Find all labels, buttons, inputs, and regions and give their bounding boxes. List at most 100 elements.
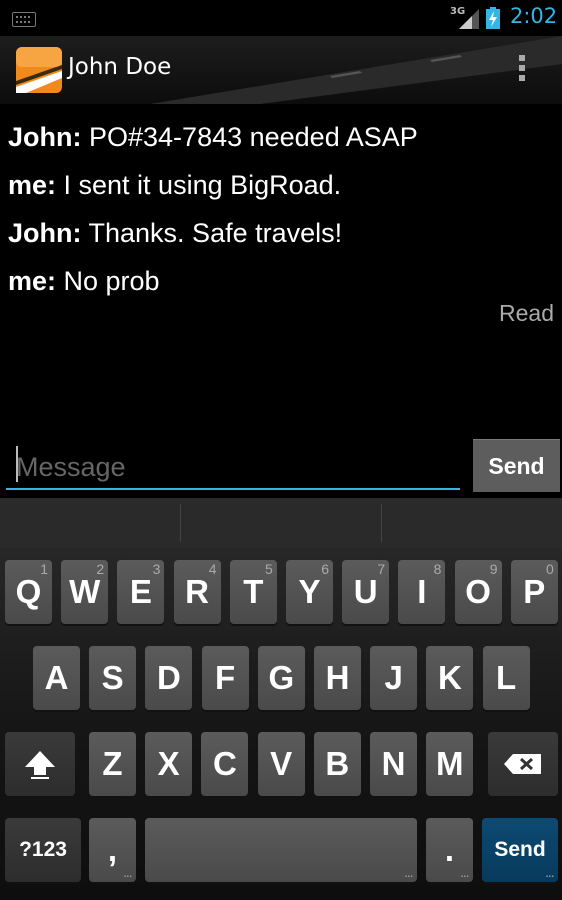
message-text: No prob: [56, 266, 160, 296]
more-keys-indicator: ...: [404, 869, 413, 880]
symbols-key[interactable]: ?123: [5, 818, 81, 882]
key-label: U: [353, 573, 378, 610]
key-alt-number: 4: [208, 561, 217, 577]
key-label: B: [325, 745, 350, 782]
key-b[interactable]: B: [313, 732, 361, 796]
suggestion-strip: [0, 498, 562, 548]
key-label: D: [156, 659, 181, 696]
key-label: S: [101, 659, 124, 696]
conversation-title: John Doe: [68, 54, 172, 80]
key-t[interactable]: T5: [229, 560, 277, 624]
text-cursor: [16, 446, 18, 482]
message-item: me: I sent it using BigRoad.: [8, 161, 558, 209]
key-e[interactable]: E3: [117, 560, 165, 624]
key-o[interactable]: O9: [454, 560, 502, 624]
key-label: I: [417, 573, 427, 610]
key-y[interactable]: Y6: [286, 560, 333, 624]
key-alt-number: 2: [96, 561, 105, 577]
key-label: X: [157, 745, 180, 782]
more-keys-indicator: ...: [545, 869, 554, 880]
key-alt-number: 8: [433, 561, 442, 577]
period-key[interactable]: ....: [426, 818, 473, 882]
key-label: ?123: [19, 838, 67, 861]
key-a[interactable]: A: [33, 646, 80, 710]
key-q[interactable]: Q1: [5, 560, 52, 624]
backspace-icon: [504, 754, 541, 774]
key-h[interactable]: H: [314, 646, 361, 710]
key-s[interactable]: S: [89, 646, 137, 710]
read-status: Read: [499, 300, 554, 326]
key-label: J: [384, 659, 403, 696]
key-k[interactable]: K: [426, 646, 474, 710]
key-label: R: [185, 573, 210, 610]
shift-arrow-icon: [25, 751, 55, 779]
key-label: V: [270, 745, 293, 782]
message-text: I sent it using BigRoad.: [56, 170, 342, 200]
key-label: W: [69, 573, 101, 610]
key-alt-number: 6: [321, 561, 329, 577]
key-label: H: [325, 659, 350, 696]
battery-charging-icon: [486, 7, 500, 29]
key-p[interactable]: P0: [510, 560, 558, 624]
key-u[interactable]: U7: [342, 560, 390, 624]
soft-keyboard: Q 1 W 2 E 3 R 4 T 5 Y 6 U 7 I 8 O 9 P 0 A S D F G H J K L Z X C V B N M ?123…: [0, 498, 562, 900]
spacebar-key[interactable]: ...: [145, 818, 417, 882]
message-sender: John:: [8, 122, 82, 152]
comma-key[interactable]: ,...: [89, 818, 136, 882]
key-i[interactable]: I8: [398, 560, 446, 624]
key-g[interactable]: G: [257, 646, 305, 710]
backspace-key[interactable]: [488, 732, 558, 796]
key-x[interactable]: X: [145, 732, 193, 796]
key-f[interactable]: F: [201, 646, 249, 710]
key-label: G: [268, 659, 295, 696]
keyboard-notification-icon: [12, 12, 36, 27]
key-z[interactable]: Z: [89, 732, 136, 796]
message-sender: me:: [8, 170, 57, 200]
key-label: T: [243, 573, 264, 610]
message-sender: me:: [8, 266, 57, 296]
clock: 2:02: [510, 4, 558, 28]
key-n[interactable]: N: [370, 732, 417, 796]
message-list: John: PO#34-7843 needed ASAP me: I sent …: [8, 113, 558, 305]
key-w[interactable]: W2: [61, 560, 109, 624]
key-d[interactable]: D: [145, 646, 193, 710]
key-alt-number: 9: [489, 561, 498, 577]
message-sender: John:: [8, 218, 82, 248]
key-label: Z: [102, 745, 123, 782]
key-m[interactable]: M: [426, 732, 474, 796]
overflow-menu-icon[interactable]: [514, 52, 530, 86]
message-text: PO#34-7843 needed ASAP: [81, 122, 418, 152]
key-label: A: [44, 659, 69, 696]
key-label: Send: [494, 838, 546, 861]
key-v[interactable]: V: [257, 732, 305, 796]
key-alt-number: 0: [546, 561, 554, 577]
action-bar: John Doe: [0, 36, 562, 104]
key-label: K: [437, 659, 462, 696]
key-alt-number: 3: [152, 561, 161, 577]
message-input[interactable]: [6, 438, 460, 490]
key-label: F: [215, 659, 236, 696]
status-bar: 3G 2:02: [0, 0, 562, 36]
key-label: P: [523, 573, 546, 610]
key-label: ,: [107, 831, 118, 868]
key-label: N: [381, 745, 406, 782]
key-j[interactable]: J: [370, 646, 418, 710]
key-l[interactable]: L: [482, 646, 530, 710]
key-label: L: [496, 659, 517, 696]
key-alt-number: 7: [377, 561, 386, 577]
message-item: John: PO#34-7843 needed ASAP: [8, 113, 558, 161]
key-label: O: [465, 573, 491, 610]
more-keys-indicator: ...: [123, 869, 132, 880]
app-logo-icon[interactable]: [16, 47, 62, 93]
key-r[interactable]: R4: [173, 560, 221, 624]
keyboard-send-key[interactable]: Send...: [482, 818, 558, 882]
key-label: .: [444, 831, 455, 868]
key-c[interactable]: C: [201, 732, 249, 796]
message-text: Thanks. Safe travels!: [81, 218, 343, 248]
message-item: me: No prob: [8, 257, 558, 305]
send-button[interactable]: Send: [473, 439, 560, 492]
key-label: E: [129, 573, 152, 610]
shift-key[interactable]: [5, 732, 75, 796]
key-label: M: [435, 745, 464, 782]
key-label: Y: [298, 573, 321, 610]
